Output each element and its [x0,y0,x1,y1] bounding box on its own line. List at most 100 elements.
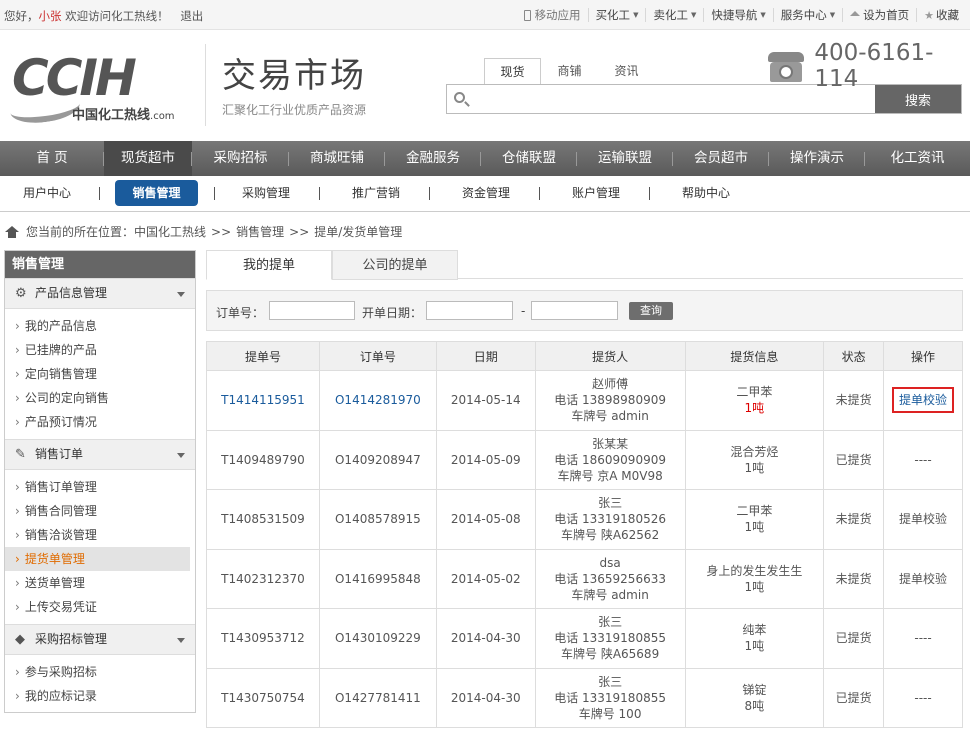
search-tab-spot[interactable]: 现货 [484,58,541,84]
action-cell: 提单校验 [883,548,963,609]
chevron-down-icon: ▼ [633,11,639,19]
nav-mall-shop[interactable]: 商城旺铺 [289,141,385,176]
tab-my-bills[interactable]: 我的提单 [206,250,332,280]
nav-procurement[interactable]: 采购招标 [192,141,289,176]
bill-number-cell: T1430953712 [206,608,320,669]
search-tabs: 现货 商铺 资讯 [484,58,655,84]
site-logo[interactable]: CCIH 中国化工热线.com [8,50,190,127]
product-name: 混合芳烃 [730,444,779,459]
subnav-help[interactable]: 帮助中心 [673,180,739,206]
sidebar-group-sales-orders[interactable]: ✎ 销售订单 [5,439,195,470]
username-link[interactable]: 小张 [39,9,62,23]
breadcrumb-site-link[interactable]: 中国化工热线 [134,223,206,240]
nav-transport[interactable]: 运输联盟 [577,141,673,176]
subnav-account[interactable]: 账户管理 [563,180,629,206]
nav-spot-market[interactable]: 现货超市 [104,141,192,176]
search-tab-shop[interactable]: 商铺 [541,58,598,84]
sidebar-item-upload-voucher[interactable]: › 上传交易凭证 [5,595,190,619]
service-center-menu[interactable]: 服务中心 ▼ [772,8,842,22]
end-date-input[interactable] [531,301,618,320]
tab-company-bills[interactable]: 公司的提单 [332,250,458,280]
col-picker: 提货人 [534,341,686,371]
buy-chem-menu[interactable]: 买化工 ▼ [587,8,646,22]
nav-home[interactable]: 首 页 [0,141,104,176]
nav-demo[interactable]: 操作演示 [769,141,865,176]
search-tab-news[interactable]: 资讯 [598,58,655,84]
quick-nav-menu[interactable]: 快捷导航 ▼ [703,8,772,22]
picker-name: 张三 [598,674,623,689]
sidebar-group-product-info[interactable]: ⚙ 产品信息管理 [5,278,195,309]
product-qty: 1吨 [744,639,765,654]
sidebar-item-product-reservations[interactable]: › 产品预订情况 [5,410,190,434]
picker-phone: 电话 13319180855 [554,631,666,646]
picker-name: 赵师傅 [592,377,629,392]
product-qty: 1吨 [744,579,765,594]
order-number-link[interactable]: O1414281970 [318,370,437,431]
breadcrumb-prefix: 您当前的所在位置： [26,225,135,239]
verify-bill-link[interactable]: 提单校验 [899,512,947,526]
subnav-purchase-management[interactable]: 采购管理 [233,180,299,206]
verify-bill-button[interactable]: 提单校验 [892,387,955,414]
nav-member-market[interactable]: 会员超市 [673,141,769,176]
page-title: 交易市场 [222,56,366,96]
breadcrumb-separator: >> [211,224,232,239]
subnav-sales-management[interactable]: 销售管理 [115,180,198,206]
table-row: T1414115951 O1414281970 2014-05-14 赵师傅 电话… [206,370,963,431]
subnav-funds[interactable]: 资金管理 [453,180,519,206]
col-action: 操作 [883,341,963,371]
action-cell: ---- [883,608,963,669]
nav-chem-news[interactable]: 化工资讯 [865,141,970,176]
nav-warehouse[interactable]: 仓储联盟 [481,141,577,176]
picker-phone: 电话 13898980909 [554,393,666,408]
date-label: 开单日期： [362,306,423,320]
bill-number-link[interactable]: T1414115951 [206,370,320,431]
sidebar-item-listed-products[interactable]: › 已挂牌的产品 [5,338,190,362]
nav-warehouse-label: 仓储联盟 [502,150,556,166]
start-date-input[interactable] [426,301,513,320]
breadcrumb-sales-link[interactable]: 销售管理 [236,223,284,240]
sidebar-item-label: 销售合同管理 [24,504,97,518]
picker-plate: 车牌号 admin [571,409,649,424]
verify-bill-link[interactable]: 提单校验 [899,572,947,586]
breadcrumb: 您当前的所在位置： 中国化工热线 >> 销售管理 >> 提单/发货单管理 [5,223,402,240]
mobile-app-link[interactable]: 移动应用 [517,8,588,22]
sell-chem-menu[interactable]: 卖化工 ▼ [645,8,703,22]
picker-cell: 张三 电话 13319180855 车牌号 100 [534,667,686,728]
sidebar-item-join-bids[interactable]: › 参与采购招标 [5,660,190,684]
query-button[interactable]: 查询 [629,302,673,320]
sidebar-item-delivery-notes[interactable]: › 送货单管理 [5,571,190,595]
subnav-user-center[interactable]: 用户中心 [14,180,80,206]
sidebar-group-label: 销售订单 [35,447,84,461]
date-cell: 2014-05-14 [435,370,536,431]
hotline-number: 400-6161-114 [814,40,934,92]
sidebar-item-my-products[interactable]: › 我的产品信息 [5,314,190,338]
sidebar-item-sales-contracts[interactable]: › 销售合同管理 [5,499,190,523]
logout-link[interactable]: 退出 [180,9,203,23]
favorite-link[interactable]: ★ 收藏 [916,8,966,22]
greeting: 您好，小张 欢迎访问化工热线！ 退出 [4,8,203,24]
picker-phone: 电话 13319180526 [554,512,666,527]
sidebar-item-directed-sales[interactable]: › 定向销售管理 [5,362,190,386]
chevron-down-icon [177,453,185,458]
table-row: T1430750754 O1427781411 2014-04-30 张三 电话 … [206,667,963,728]
pickup-info-cell: 身上的发生发生生 1吨 [684,548,825,609]
set-home-link[interactable]: 设为首页 [842,8,916,22]
mobile-app-label: 移动应用 [534,8,581,22]
sidebar-item-sales-orders[interactable]: › 销售订单管理 [5,475,190,499]
subnav-promotion[interactable]: 推广营销 [343,180,409,206]
picker-name: 张某某 [592,436,629,451]
sidebar-item-my-bid-records[interactable]: › 我的应标记录 [5,684,190,708]
sidebar-item-label: 我的产品信息 [24,319,97,333]
sidebar-group-procurement-bids[interactable]: ◆ 采购招标管理 [5,624,195,655]
house-icon [850,10,861,16]
buy-chem-label: 买化工 [595,8,631,22]
sidebar-title: 销售管理 [5,251,195,278]
sidebar-item-bill-of-lading[interactable]: › 提货单管理 [5,547,190,571]
sub-nav: 用户中心 销售管理 采购管理 推广营销 资金管理 账户管理 帮助中心 [0,176,970,212]
nav-finance[interactable]: 金融服务 [385,141,481,176]
sidebar-item-company-directed-sales[interactable]: › 公司的定向销售 [5,386,190,410]
mobile-phone-icon [523,9,531,21]
sidebar-item-sales-negotiation[interactable]: › 销售洽谈管理 [5,523,190,547]
order-number-input[interactable] [269,301,355,320]
nav-finance-label: 金融服务 [406,150,460,166]
